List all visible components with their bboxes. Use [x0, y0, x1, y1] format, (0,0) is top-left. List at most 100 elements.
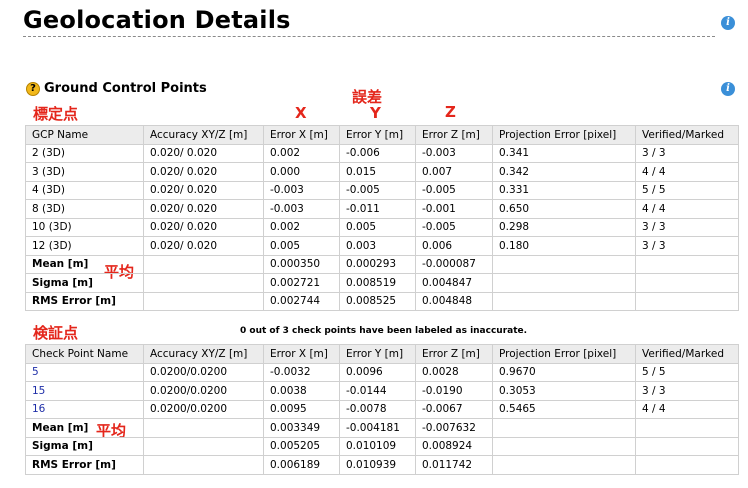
- table-row: 2 (3D) 0.020/ 0.020 0.002 -0.006 -0.003 0.341…: [25, 143, 739, 163]
- annotation-gcp-label: 標定点: [33, 105, 79, 123]
- point-name-cell: 2 (3D): [25, 143, 144, 163]
- summary-cell: 0.000293: [339, 254, 416, 274]
- summary-cell: -0.007632: [415, 418, 493, 438]
- info-icon[interactable]: i: [721, 16, 735, 30]
- page-title: Geolocation Details: [23, 6, 291, 34]
- column-header: Check Point Name: [25, 344, 144, 364]
- column-header: Error Z [m]: [415, 125, 493, 145]
- column-header: Error Y [m]: [339, 125, 416, 145]
- table-cell: -0.006: [339, 143, 416, 163]
- summary-cell: 0.008525: [339, 291, 416, 311]
- table-cell: 0.020/ 0.020: [143, 236, 264, 256]
- summary-cell: 0.006189: [263, 455, 340, 475]
- summary-cell: 0.010939: [339, 455, 416, 475]
- table-cell: 0.342: [492, 162, 636, 182]
- table-row: 15 0.0200/0.0200 0.0038 -0.0144 -0.0190 0.305…: [25, 381, 739, 401]
- summary-label-cell: RMS Error [m]: [25, 291, 144, 311]
- summary-row: Mean [m] 0.000350 0.000293 -0.000087: [25, 254, 739, 274]
- table-cell: 0.020/ 0.020: [143, 180, 264, 200]
- summary-cell: 0.011742: [415, 455, 493, 475]
- column-header: Verified/Marked: [635, 344, 739, 364]
- table-cell: 0.006: [415, 236, 493, 256]
- summary-label-cell: Mean [m]: [25, 418, 144, 438]
- gcp-section-title-text: Ground Control Points: [44, 81, 207, 96]
- title-divider: [23, 36, 715, 37]
- column-header: Projection Error [pixel]: [492, 344, 636, 364]
- table-cell: -0.0067: [415, 399, 493, 419]
- table-row: 4 (3D) 0.020/ 0.020 -0.003 -0.005 -0.005 0.33…: [25, 180, 739, 200]
- summary-cell: 0.004847: [415, 273, 493, 293]
- summary-cell: [492, 436, 636, 456]
- summary-cell: [143, 273, 264, 293]
- summary-cell: 0.004848: [415, 291, 493, 311]
- summary-cell: [492, 418, 636, 438]
- summary-label-cell: Sigma [m]: [25, 273, 144, 293]
- table-cell: -0.0190: [415, 381, 493, 401]
- summary-label-cell: Mean [m]: [25, 254, 144, 274]
- summary-cell: [492, 291, 636, 311]
- table-cell: 0.650: [492, 199, 636, 219]
- summary-row: Mean [m] 0.003349 -0.004181 -0.007632: [25, 418, 739, 438]
- column-header: Error X [m]: [263, 344, 340, 364]
- table-cell: -0.003: [263, 199, 340, 219]
- summary-cell: [635, 418, 739, 438]
- table-cell: 0.020/ 0.020: [143, 217, 264, 237]
- table-cell: 0.002: [263, 217, 340, 237]
- table-cell: -0.011: [339, 199, 416, 219]
- table-cell: -0.003: [415, 143, 493, 163]
- point-name-cell[interactable]: 5: [25, 362, 144, 382]
- annotation-z: Z: [445, 103, 456, 121]
- summary-cell: -0.000087: [415, 254, 493, 274]
- table-cell: 0.0038: [263, 381, 340, 401]
- summary-cell: [635, 273, 739, 293]
- summary-cell: [635, 436, 739, 456]
- table-cell: 0.331: [492, 180, 636, 200]
- summary-cell: [635, 455, 739, 475]
- summary-label-cell: Sigma [m]: [25, 436, 144, 456]
- table-cell: 5 / 5: [635, 362, 739, 382]
- point-name-cell: 12 (3D): [25, 236, 144, 256]
- table-cell: -0.003: [263, 180, 340, 200]
- column-header: Error X [m]: [263, 125, 340, 145]
- summary-cell: -0.004181: [339, 418, 416, 438]
- point-name-cell[interactable]: 15: [25, 381, 144, 401]
- point-name-cell: 3 (3D): [25, 162, 144, 182]
- summary-row: Sigma [m] 0.005205 0.010109 0.008924: [25, 436, 739, 456]
- check-points-note: 0 out of 3 check points have been labele…: [240, 326, 528, 336]
- table-cell: 0.003: [339, 236, 416, 256]
- column-header: Verified/Marked: [635, 125, 739, 145]
- summary-cell: [143, 436, 264, 456]
- table-cell: -0.0144: [339, 381, 416, 401]
- column-header: Error Y [m]: [339, 344, 416, 364]
- summary-label-cell: RMS Error [m]: [25, 455, 144, 475]
- annotation-x: X: [295, 104, 307, 122]
- column-header: Error Z [m]: [415, 344, 493, 364]
- summary-cell: 0.008519: [339, 273, 416, 293]
- annotation-y: Y: [370, 104, 381, 122]
- summary-cell: 0.008924: [415, 436, 493, 456]
- info-icon[interactable]: i: [721, 82, 735, 96]
- table-row: 5 0.0200/0.0200 -0.0032 0.0096 0.0028 0.9670 5…: [25, 362, 739, 382]
- table-cell: 0.5465: [492, 399, 636, 419]
- summary-cell: [635, 291, 739, 311]
- table-cell: 0.015: [339, 162, 416, 182]
- table-cell: 0.0200/0.0200: [143, 381, 264, 401]
- column-header: Accuracy XY/Z [m]: [143, 125, 264, 145]
- table-cell: -0.005: [339, 180, 416, 200]
- table-cell: -0.005: [415, 180, 493, 200]
- summary-cell: 0.000350: [263, 254, 340, 274]
- table-cell: -0.0032: [263, 362, 340, 382]
- column-header: Accuracy XY/Z [m]: [143, 344, 264, 364]
- point-name-cell: 10 (3D): [25, 217, 144, 237]
- table-cell: 0.000: [263, 162, 340, 182]
- table-row: 10 (3D) 0.020/ 0.020 0.002 0.005 -0.005 0.298…: [25, 217, 739, 237]
- table-row: 16 0.0200/0.0200 0.0095 -0.0078 -0.0067 0.546…: [25, 399, 739, 419]
- summary-cell: [492, 273, 636, 293]
- help-icon[interactable]: ?: [26, 81, 40, 96]
- table-cell: 0.007: [415, 162, 493, 182]
- table-cell: -0.001: [415, 199, 493, 219]
- point-name-cell[interactable]: 16: [25, 399, 144, 419]
- column-header: Projection Error [pixel]: [492, 125, 636, 145]
- summary-cell: [143, 418, 264, 438]
- table-cell: 3 / 3: [635, 217, 739, 237]
